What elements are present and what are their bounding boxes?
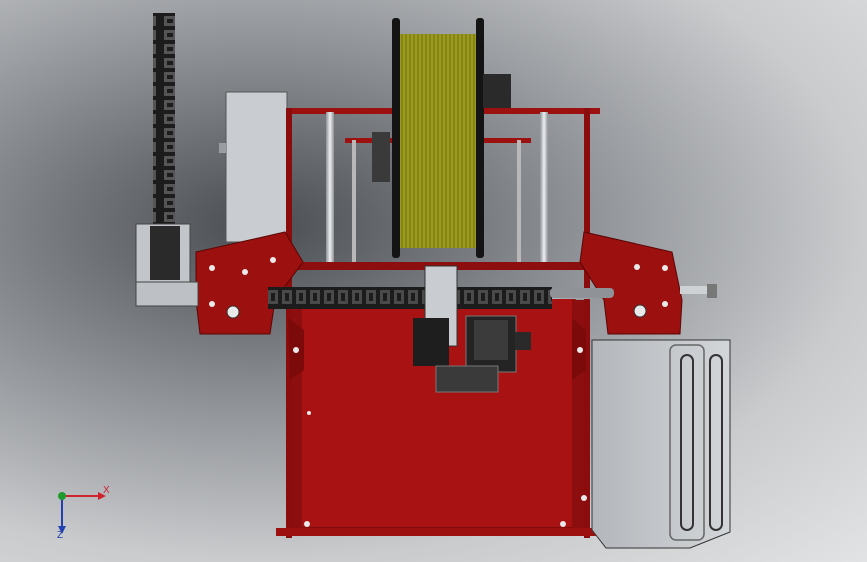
spool-flange-left xyxy=(392,18,400,258)
filament-spool xyxy=(400,34,478,248)
hotend-motor xyxy=(413,318,449,366)
frame-bolt xyxy=(577,347,583,353)
printer-assembly-drawing xyxy=(135,13,731,549)
bottom-frame-bar xyxy=(276,528,600,536)
bracket-bolt xyxy=(242,269,248,275)
horizontal-cable-chain xyxy=(268,287,552,309)
tension-rod xyxy=(680,286,710,294)
cooling-fan xyxy=(435,365,499,393)
frame-bolt xyxy=(304,521,310,527)
bracket-bolt xyxy=(633,304,647,318)
bracket-bolt xyxy=(662,301,668,307)
bracket-bolt xyxy=(662,265,668,271)
vertical-cable-chain xyxy=(153,13,175,233)
frame-bolt xyxy=(560,521,566,527)
z-leadscrew-right xyxy=(517,140,521,265)
bracket-bolt xyxy=(634,264,640,270)
bracket-bolt xyxy=(270,257,276,263)
bracket-bolt xyxy=(209,265,215,271)
y-motor-left-body xyxy=(150,226,180,280)
y-motor-mount xyxy=(135,281,199,307)
electronics-box xyxy=(225,91,288,243)
electronics-box-latch xyxy=(219,143,226,153)
right-frame-upright xyxy=(584,108,590,538)
frame-bolt xyxy=(293,347,299,353)
x-motor-cap xyxy=(474,320,508,360)
bowden-tube xyxy=(550,288,614,298)
x-axis-label: X xyxy=(103,485,110,496)
motor-connector xyxy=(515,332,531,350)
bracket-bolt xyxy=(209,301,215,307)
x-end-right-bracket xyxy=(579,231,683,335)
spool-flange-right xyxy=(476,18,484,258)
axis-triad: X Z xyxy=(48,482,118,542)
frame-bolt xyxy=(581,495,587,501)
z-leadscrew-left xyxy=(352,140,356,265)
spool-bracket xyxy=(372,132,390,182)
tension-nut xyxy=(707,284,717,298)
frame-bolt xyxy=(307,411,311,415)
z-rod-left xyxy=(326,112,334,262)
cad-viewport[interactable]: X Z xyxy=(0,0,867,562)
z-axis-label: Z xyxy=(57,530,64,541)
axis-origin-icon xyxy=(58,492,66,500)
extruder-motor xyxy=(483,74,511,108)
z-rod-right xyxy=(540,112,548,262)
bracket-bolt xyxy=(226,305,240,319)
